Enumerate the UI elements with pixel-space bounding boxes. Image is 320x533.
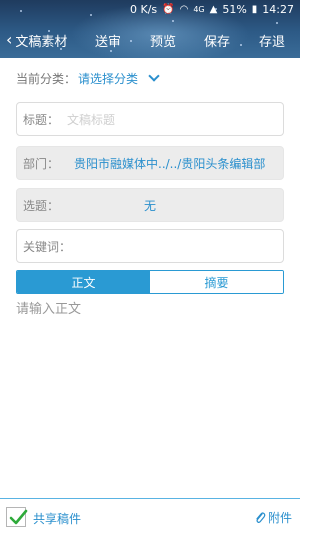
preview-button[interactable]: 预览	[150, 31, 176, 50]
footer-bar: 共享稿件 附件	[0, 498, 300, 533]
paperclip-icon	[256, 511, 266, 523]
keyword-field[interactable]: 关键词：	[16, 229, 284, 263]
save-exit-button[interactable]: 存退	[259, 31, 285, 50]
category-label: 当前分类：	[16, 71, 77, 86]
back-label: 文稿素材	[15, 34, 68, 50]
attachment-button[interactable]: 附件	[254, 509, 292, 526]
navbar: ‹ 文稿素材 送审 预览 保存 存退	[0, 26, 300, 54]
title-label: 标题：	[23, 112, 60, 127]
signal-icon: ▲	[209, 3, 218, 15]
wifi-icon: ◠	[179, 3, 189, 15]
status-bar: 0 K/s ⏰ ◠ 4G ▲ 51% ▮ 14:27	[0, 0, 300, 18]
checkmark-icon	[9, 509, 28, 525]
department-value[interactable]: 贵阳市融媒体中../../贵阳头条编辑部	[74, 155, 265, 172]
topic-field[interactable]: 选题： 无	[16, 188, 284, 222]
tab-summary[interactable]: 摘要	[150, 271, 283, 293]
battery-icon: ▮	[251, 3, 258, 15]
network-type: 4G	[193, 4, 205, 14]
department-field[interactable]: 部门： 贵阳市融媒体中../../贵阳头条编辑部	[16, 146, 284, 180]
network-speed: 0 K/s	[129, 2, 158, 16]
content-tabs: 正文 摘要	[16, 270, 284, 294]
title-input[interactable]: 文稿标题	[67, 111, 115, 128]
tab-body[interactable]: 正文	[17, 271, 150, 293]
clock-time: 14:27	[262, 2, 294, 16]
chevron-down-icon[interactable]	[148, 69, 160, 82]
alarm-icon: ⏰	[162, 3, 175, 15]
body-text-input[interactable]: 请输入正文	[16, 298, 81, 317]
battery-level: 51%	[222, 2, 247, 16]
category-selector[interactable]: 当前分类： 请选择分类	[16, 68, 160, 88]
topic-value[interactable]: 无	[17, 197, 283, 214]
header: 0 K/s ⏰ ◠ 4G ▲ 51% ▮ 14:27 ‹ 文稿素材 送审 预览 …	[0, 0, 300, 58]
share-label[interactable]: 共享稿件	[33, 510, 81, 527]
department-label: 部门：	[23, 156, 60, 171]
attachment-label: 附件	[267, 511, 292, 525]
save-button[interactable]: 保存	[204, 31, 230, 50]
share-checkbox[interactable]	[6, 507, 28, 527]
title-field[interactable]: 标题： 文稿标题	[16, 102, 284, 136]
back-button[interactable]: ‹ 文稿素材	[0, 31, 82, 50]
chevron-left-icon: ‹	[6, 30, 13, 49]
keyword-label: 关键词：	[23, 239, 72, 254]
category-value[interactable]: 请选择分类	[78, 70, 138, 87]
send-review-button[interactable]: 送审	[95, 31, 121, 50]
